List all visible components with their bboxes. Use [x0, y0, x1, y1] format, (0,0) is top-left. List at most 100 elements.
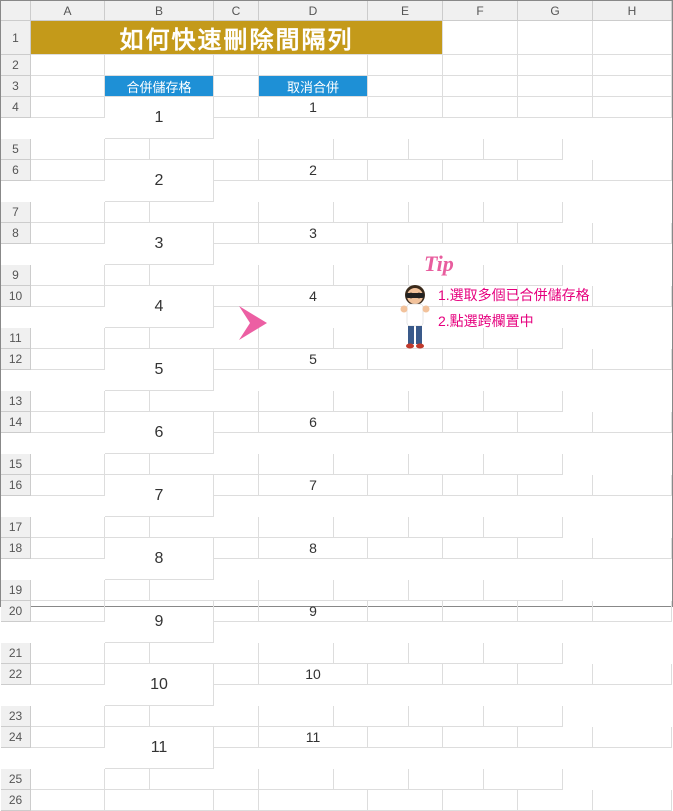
cell[interactable] — [31, 55, 105, 76]
cell[interactable] — [368, 601, 443, 622]
cell[interactable] — [409, 706, 484, 727]
cell[interactable] — [105, 706, 150, 727]
unmerged-value-cell[interactable]: 5 — [259, 349, 368, 370]
row-header[interactable]: 22 — [1, 664, 31, 685]
cell[interactable] — [334, 643, 409, 664]
row-header[interactable]: 5 — [1, 139, 31, 160]
unmerged-value-cell[interactable]: 9 — [259, 601, 368, 622]
cell[interactable] — [518, 160, 593, 181]
row-header[interactable]: 15 — [1, 454, 31, 475]
cell[interactable] — [150, 391, 259, 412]
cell[interactable] — [593, 538, 672, 559]
row-header[interactable]: 24 — [1, 727, 31, 748]
cell[interactable] — [518, 223, 593, 244]
merged-value-cell[interactable]: 1 — [105, 97, 214, 139]
row-header[interactable]: 7 — [1, 202, 31, 223]
unmerged-value-cell[interactable]: 3 — [259, 223, 368, 244]
cell[interactable] — [443, 21, 518, 55]
cell[interactable] — [593, 412, 672, 433]
cell[interactable] — [259, 580, 334, 601]
cell[interactable] — [105, 328, 150, 349]
cell[interactable] — [409, 643, 484, 664]
cell[interactable] — [443, 538, 518, 559]
cell[interactable] — [214, 538, 259, 559]
cell[interactable] — [31, 454, 105, 475]
unmerged-value-cell[interactable]: 2 — [259, 160, 368, 181]
cell[interactable] — [518, 538, 593, 559]
cell[interactable] — [368, 349, 443, 370]
cell[interactable] — [31, 223, 105, 244]
cell[interactable] — [31, 349, 105, 370]
row-header[interactable]: 12 — [1, 349, 31, 370]
cell[interactable] — [443, 76, 518, 97]
merged-value-cell[interactable]: 2 — [105, 160, 214, 202]
cell[interactable] — [150, 328, 259, 349]
cell[interactable] — [31, 664, 105, 685]
row-header[interactable]: 11 — [1, 328, 31, 349]
merged-value-cell[interactable]: 11 — [105, 727, 214, 769]
cell[interactable] — [31, 202, 105, 223]
row-header[interactable]: 14 — [1, 412, 31, 433]
column-header[interactable]: C — [214, 1, 259, 21]
cell[interactable] — [259, 139, 334, 160]
row-header[interactable]: 2 — [1, 55, 31, 76]
column-header[interactable]: B — [105, 1, 214, 21]
merged-value-cell[interactable]: 6 — [105, 412, 214, 454]
cell[interactable] — [334, 769, 409, 790]
cell[interactable] — [259, 706, 334, 727]
cell[interactable] — [409, 139, 484, 160]
cell[interactable] — [443, 412, 518, 433]
column-header[interactable]: G — [518, 1, 593, 21]
merged-value-cell[interactable]: 5 — [105, 349, 214, 391]
cell[interactable] — [31, 517, 105, 538]
row-header[interactable]: 18 — [1, 538, 31, 559]
column-header[interactable]: A — [31, 1, 105, 21]
row-header[interactable]: 20 — [1, 601, 31, 622]
title-cell[interactable]: 如何快速刪除間隔列 — [31, 21, 443, 55]
cell[interactable] — [518, 664, 593, 685]
row-header[interactable]: 23 — [1, 706, 31, 727]
row-header[interactable]: 13 — [1, 391, 31, 412]
cell[interactable] — [31, 790, 105, 811]
row-header[interactable]: 17 — [1, 517, 31, 538]
cell[interactable] — [443, 97, 518, 118]
cell[interactable] — [31, 97, 105, 118]
cell[interactable] — [31, 160, 105, 181]
cell[interactable] — [31, 328, 105, 349]
header-merged[interactable]: 合併儲存格 — [105, 76, 214, 97]
cell[interactable] — [409, 517, 484, 538]
cell[interactable] — [105, 265, 150, 286]
cell[interactable] — [593, 286, 672, 307]
cell[interactable] — [150, 139, 259, 160]
cell[interactable] — [368, 727, 443, 748]
cell[interactable] — [484, 202, 563, 223]
cell[interactable] — [443, 55, 518, 76]
cell[interactable] — [31, 76, 105, 97]
cell[interactable] — [518, 475, 593, 496]
cell[interactable] — [409, 391, 484, 412]
cell[interactable] — [409, 454, 484, 475]
cell[interactable] — [409, 580, 484, 601]
cell[interactable] — [334, 202, 409, 223]
cell[interactable] — [334, 454, 409, 475]
cell[interactable] — [593, 21, 672, 55]
merged-value-cell[interactable]: 8 — [105, 538, 214, 580]
cell[interactable] — [214, 55, 259, 76]
cell[interactable] — [593, 349, 672, 370]
unmerged-value-cell[interactable]: 8 — [259, 538, 368, 559]
cell[interactable] — [105, 139, 150, 160]
unmerged-value-cell[interactable]: 11 — [259, 727, 368, 748]
unmerged-value-cell[interactable]: 6 — [259, 412, 368, 433]
cell[interactable] — [150, 643, 259, 664]
cell[interactable] — [518, 21, 593, 55]
cell[interactable] — [593, 160, 672, 181]
cell[interactable] — [368, 76, 443, 97]
cell[interactable] — [31, 580, 105, 601]
cell[interactable] — [31, 643, 105, 664]
cell[interactable] — [443, 286, 518, 307]
cell[interactable] — [484, 706, 563, 727]
cell[interactable] — [259, 517, 334, 538]
cell[interactable] — [484, 328, 563, 349]
cell[interactable] — [105, 769, 150, 790]
cell[interactable] — [31, 601, 105, 622]
